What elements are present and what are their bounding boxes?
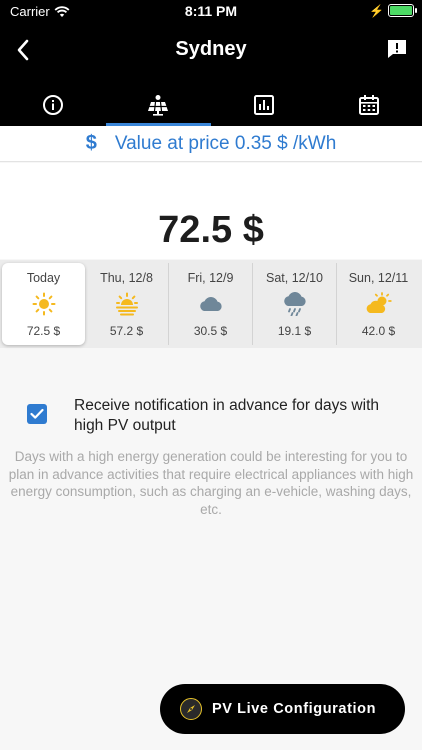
compass-icon — [180, 698, 202, 720]
forecast-day-today[interactable]: Today 72.5 $ — [2, 263, 85, 345]
tab-info[interactable] — [0, 84, 106, 126]
notification-description: Days with a high energy generation could… — [8, 449, 414, 517]
app-header: Carrier 8:11 PM ⚡ Sydney — [0, 0, 422, 126]
value-area: 72.5 $ — [0, 163, 422, 259]
bar-chart-icon — [253, 95, 274, 115]
cloud-icon — [199, 296, 222, 311]
day-label: Sat, 12/10 — [266, 271, 323, 285]
day-value: 72.5 $ — [26, 324, 61, 338]
checkmark-icon — [30, 408, 44, 419]
forecast-day-thu[interactable]: Thu, 12/8 57.2 $ — [85, 263, 169, 345]
solar-panel-icon — [148, 95, 169, 116]
rain-cloud-icon — [283, 292, 306, 316]
sunrise-icon — [115, 292, 138, 316]
day-value: 42.0 $ — [361, 324, 396, 338]
total-value: 72.5 $ — [158, 209, 264, 251]
price-banner[interactable]: $ Value at price 0.35 $ /kWh — [0, 126, 422, 162]
day-label: Sun, 12/11 — [348, 271, 409, 285]
status-bar: Carrier 8:11 PM ⚡ — [0, 0, 422, 22]
feedback-icon — [388, 40, 406, 58]
pv-live-configuration-button[interactable]: PV Live Configuration — [160, 684, 405, 734]
day-label: Today — [26, 271, 61, 285]
fab-label: PV Live Configuration — [212, 701, 377, 717]
forecast-day-fri[interactable]: Fri, 12/9 30.5 $ — [169, 263, 253, 345]
report-button[interactable] — [386, 38, 408, 60]
forecast-strip: Today 72.5 $ Thu, 12/8 57.2 $ Fri, 12/9 … — [0, 260, 422, 348]
forecast-day-sat[interactable]: Sat, 12/10 19.1 $ — [253, 263, 337, 345]
calendar-icon — [359, 95, 380, 115]
price-text: Value at price 0.35 $ /kWh — [114, 132, 337, 154]
day-value: 30.5 $ — [193, 324, 228, 338]
tab-bar — [0, 84, 422, 126]
notification-label: Receive notification in advance for days… — [74, 397, 379, 434]
tab-solar-panel[interactable] — [105, 84, 212, 126]
day-value: 19.1 $ — [277, 324, 312, 338]
day-label: Thu, 12/8 — [100, 271, 153, 285]
forecast-day-sun[interactable]: Sun, 12/11 42.0 $ — [337, 263, 420, 345]
partly-cloudy-icon — [366, 292, 392, 313]
notification-row: Receive notification in advance for days… — [0, 390, 422, 438]
day-value: 57.2 $ — [109, 324, 144, 338]
notification-checkbox[interactable] — [27, 404, 47, 424]
tab-chart[interactable] — [211, 84, 317, 126]
tab-calendar[interactable] — [317, 84, 422, 126]
nav-bar: Sydney — [0, 32, 422, 68]
battery-icon — [388, 4, 417, 17]
info-icon — [42, 95, 63, 115]
sun-icon — [32, 292, 55, 316]
dollar-icon: $ — [85, 132, 97, 154]
status-time: 8:11 PM — [184, 3, 238, 19]
page-title: Sydney — [175, 38, 247, 60]
charging-icon: ⚡ — [369, 4, 384, 18]
day-label: Fri, 12/9 — [187, 271, 234, 285]
